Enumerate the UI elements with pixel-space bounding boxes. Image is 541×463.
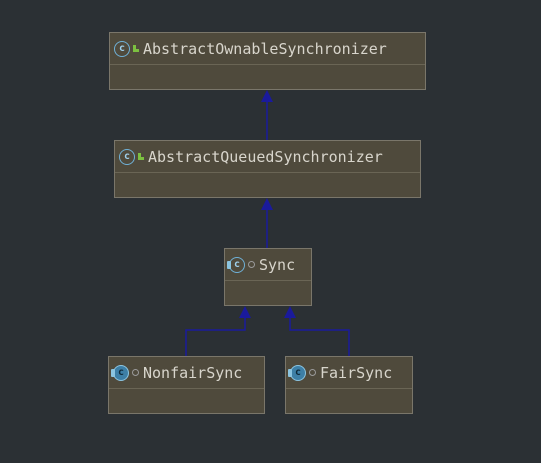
node-name: Sync [259, 255, 296, 274]
package-private-icon [309, 369, 316, 376]
members-section [225, 281, 311, 303]
arrowhead-sync-left [239, 306, 251, 318]
package-private-icon [132, 369, 139, 376]
class-icon: c [111, 364, 129, 381]
abstract-class-icon: c [114, 40, 130, 57]
abstract-class-icon: c [119, 148, 135, 165]
arrowhead-aqs [261, 198, 273, 210]
node-name: NonfairSync [143, 363, 243, 382]
public-icon [133, 45, 139, 52]
node-abstract-ownable-synchronizer[interactable]: c AbstractOwnableSynchronizer [109, 32, 426, 90]
package-private-icon [248, 261, 255, 268]
class-icon: c [288, 364, 306, 381]
arrowhead-aos [261, 90, 273, 102]
node-fair-sync[interactable]: c FairSync [285, 356, 413, 414]
arrowhead-sync-right [284, 306, 296, 318]
abstract-class-icon: c [227, 256, 245, 273]
members-section [115, 173, 420, 195]
node-name: FairSync [320, 363, 393, 382]
node-name: AbstractOwnableSynchronizer [143, 39, 387, 58]
members-section [110, 65, 425, 87]
members-section [109, 389, 264, 411]
members-section [286, 389, 412, 411]
node-nonfair-sync[interactable]: c NonfairSync [108, 356, 265, 414]
edge-nonfair-to-sync [185, 316, 246, 356]
node-abstract-queued-synchronizer[interactable]: c AbstractQueuedSynchronizer [114, 140, 421, 198]
node-name: AbstractQueuedSynchronizer [148, 147, 383, 166]
node-sync[interactable]: c Sync [224, 248, 312, 306]
public-icon [138, 153, 144, 160]
edge-fair-to-sync [289, 316, 350, 356]
